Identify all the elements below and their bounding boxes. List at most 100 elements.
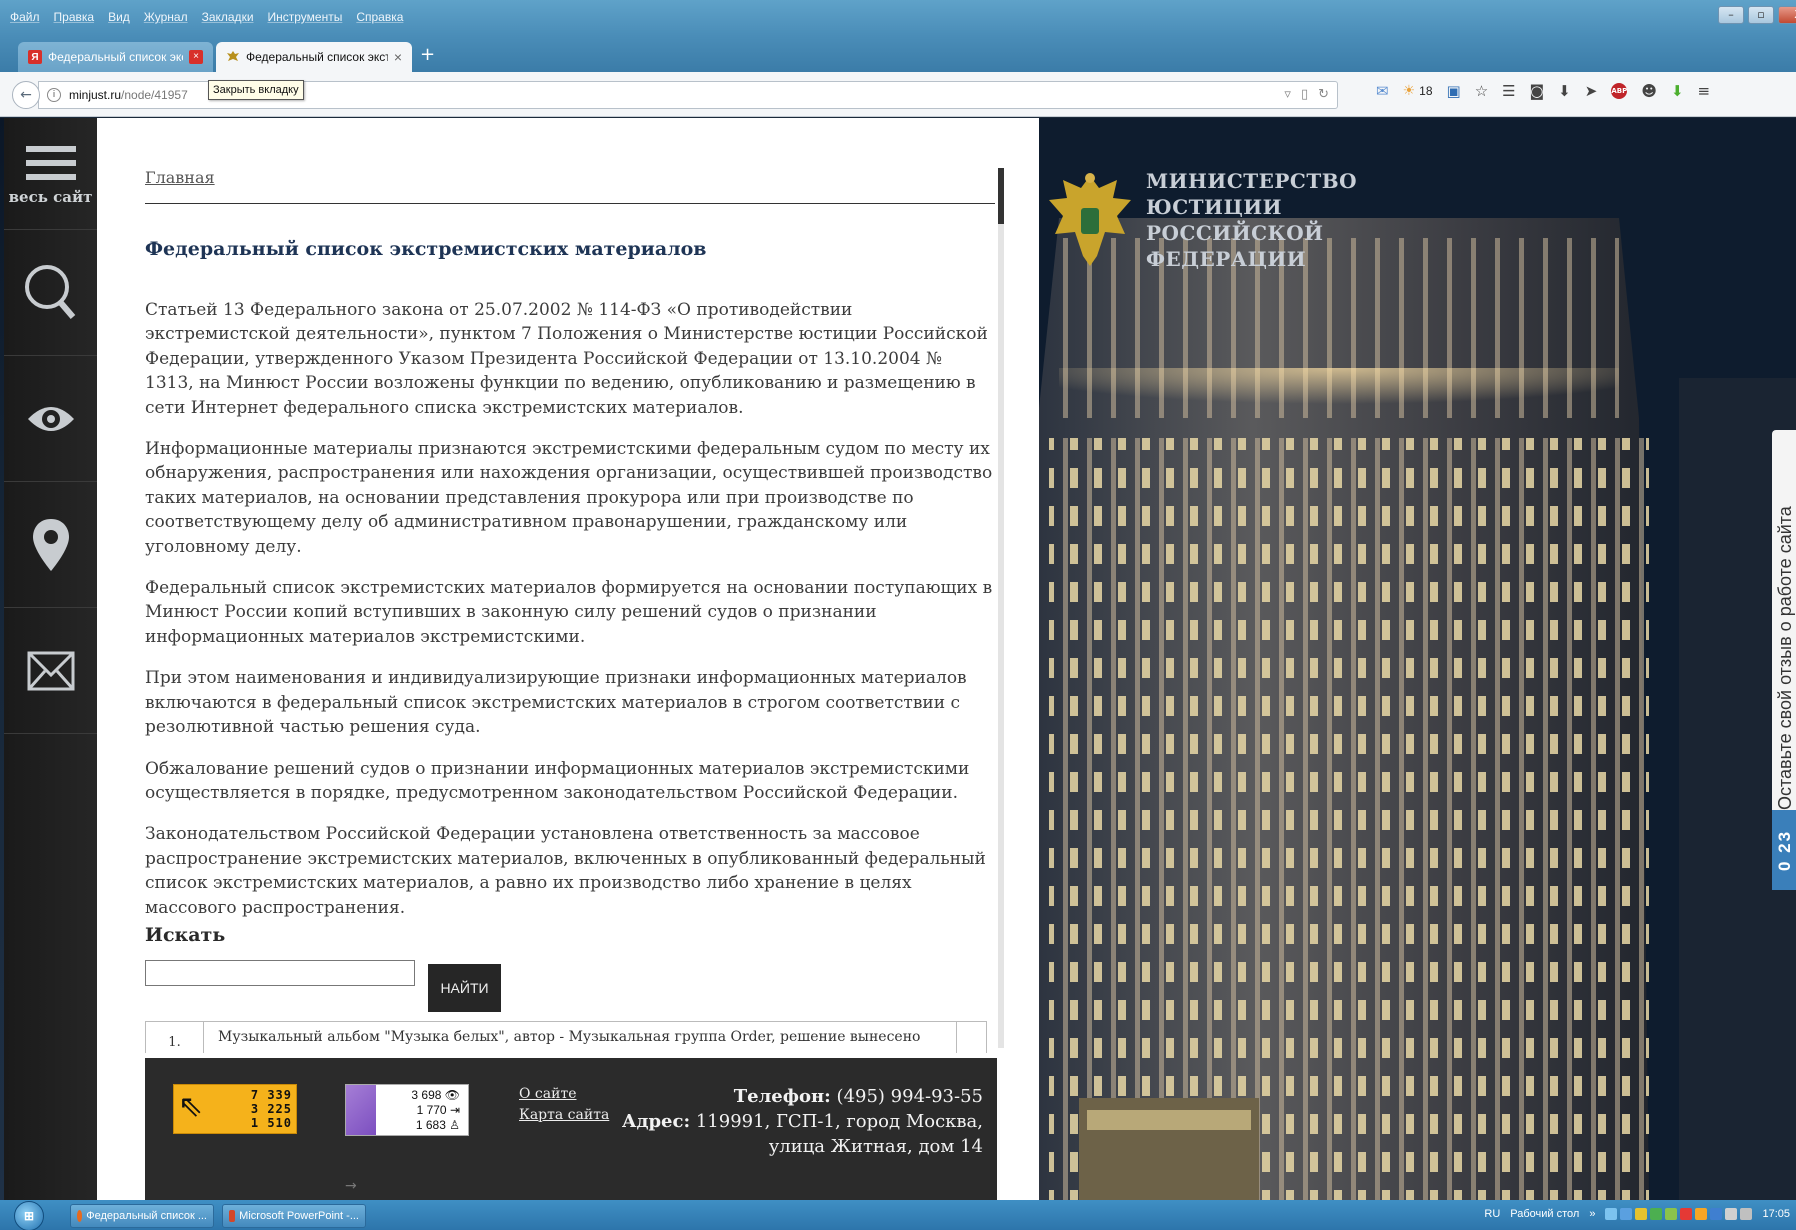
table-row: 1. Музыкальный альбом "Музыка белых", ав…: [145, 1021, 987, 1053]
breadcrumb-divider: [145, 203, 995, 204]
liveinternet-counter[interactable]: ⇖ 7 339 3 225 1 510: [173, 1084, 297, 1134]
download-icon[interactable]: ⬇: [1558, 82, 1571, 100]
taskbar-task-label: Федеральный список ...: [86, 1210, 207, 1222]
browser-menubar: Файл Правка Вид Журнал Закладки Инструме…: [0, 0, 1796, 36]
eye-icon: [27, 406, 74, 431]
sidebar-location-button[interactable]: [4, 482, 97, 608]
main-content: Главная Федеральный список экстремистски…: [97, 118, 1039, 1200]
url-path: /node/41957: [121, 88, 188, 102]
address-label: Адрес:: [621, 1111, 691, 1132]
sidebar-menu-button[interactable]: весь сайт: [4, 118, 97, 230]
menu-view[interactable]: Вид: [108, 10, 130, 24]
menu-tools[interactable]: Инструменты: [268, 10, 343, 24]
menu-bookmarks[interactable]: Закладки: [202, 10, 254, 24]
result-cell-end: [956, 1022, 986, 1053]
desktop-toolbar[interactable]: Рабочий стол: [1510, 1208, 1579, 1220]
counter-value: 1 510: [250, 1116, 292, 1130]
menu-edit[interactable]: Правка: [54, 10, 95, 24]
close-window-button[interactable]: X: [1778, 6, 1796, 24]
taskbar-powerpoint-window[interactable]: Microsoft PowerPoint -...: [222, 1204, 366, 1228]
clock[interactable]: 17:05: [1762, 1208, 1790, 1220]
tray-app-icon[interactable]: [1695, 1208, 1708, 1220]
search-icon: [24, 264, 75, 319]
network-icon[interactable]: [1740, 1208, 1753, 1220]
content-scrollbar[interactable]: [998, 168, 1004, 1048]
feedback-text: Оставьте свой отзыв о работе сайта: [1775, 506, 1795, 810]
footer-contacts: Телефон: (495) 994-93-55 Адрес: 119991, …: [583, 1084, 983, 1159]
article-paragraph: Законодательством Российской Федерации у…: [145, 824, 986, 918]
building-illustration: [1039, 118, 1796, 1200]
dropdown-icon[interactable]: ▿: [1284, 87, 1291, 102]
article-body: Статьей 13 Федерального закона от 25.07.…: [145, 298, 995, 937]
tray-app-icon[interactable]: [1680, 1208, 1693, 1220]
scrollbar-thumb[interactable]: [998, 168, 1004, 224]
feedback-widget[interactable]: Оставьте свой отзыв о работе сайта 0 23: [1772, 430, 1796, 890]
desktop-more[interactable]: »: [1589, 1208, 1595, 1220]
bookmark-page-icon[interactable]: ▣: [1447, 82, 1461, 100]
eye-icon: 👁: [444, 1088, 460, 1102]
counter-value: 3 225: [250, 1102, 292, 1116]
tray-app-icon[interactable]: [1650, 1208, 1663, 1220]
windows-logo-icon: ⊞: [23, 1209, 35, 1223]
green-download-icon[interactable]: ⬇: [1671, 82, 1684, 100]
minimize-button[interactable]: –: [1718, 6, 1744, 24]
counter-value: 1 770: [416, 1103, 447, 1117]
restore-button[interactable]: ▫: [1748, 6, 1774, 24]
close-tab-tooltip: Закрыть вкладку: [208, 80, 304, 100]
tab-title: Федеральный список экстр...: [48, 50, 183, 64]
sidebar-search-button[interactable]: [4, 230, 97, 356]
mail-icon[interactable]: ✉: [1376, 82, 1389, 100]
menu-file[interactable]: Файл: [10, 10, 40, 24]
send-icon[interactable]: ➤: [1585, 82, 1598, 100]
ministry-title-line: ФЕДЕРАЦИИ: [1146, 247, 1307, 271]
breadcrumb-home-link[interactable]: Главная: [145, 168, 215, 187]
tray-app-icon[interactable]: [1710, 1208, 1723, 1220]
start-button[interactable]: ⊞: [14, 1201, 44, 1230]
tray-app-icon[interactable]: [1620, 1208, 1633, 1220]
url-text[interactable]: minjust.ru/node/41957: [69, 88, 188, 102]
counter-values: 7 339 3 225 1 510: [251, 1088, 292, 1130]
right-arrow-icon: →: [345, 1178, 357, 1194]
back-arrow-icon: ←: [20, 87, 32, 103]
bookmarks-list-icon[interactable]: ☰: [1502, 82, 1515, 100]
tray-app-icon[interactable]: [1635, 1208, 1648, 1220]
sidebar-mail-button[interactable]: [4, 608, 97, 734]
article-paragraph: При этом наименования и индивидуализирую…: [145, 668, 967, 738]
adblock-icon[interactable]: ABP: [1611, 83, 1628, 99]
taskbar-firefox-window[interactable]: Федеральный список ...: [70, 1204, 214, 1228]
ministry-title: МИНИСТЕРСТВО ЮСТИЦИИ РОССИЙСКОЙ ФЕДЕРАЦИ…: [1146, 168, 1357, 272]
site-info-icon[interactable]: i: [47, 88, 61, 102]
sidebar-accessibility-button[interactable]: [4, 356, 97, 482]
volume-icon[interactable]: [1725, 1208, 1738, 1220]
left-sidebar: весь сайт: [4, 118, 97, 1200]
menu-history[interactable]: Журнал: [144, 10, 188, 24]
tab-extremist-list-1[interactable]: Я Федеральный список экстр... ×: [18, 42, 213, 72]
bookmark-star-icon[interactable]: ☆: [1475, 82, 1488, 100]
reader-view-icon[interactable]: ▯: [1301, 87, 1308, 102]
counter-value: 3 698: [411, 1088, 442, 1102]
screen: Файл Правка Вид Журнал Закладки Инструме…: [0, 0, 1796, 1230]
pocket-icon[interactable]: ◙: [1530, 82, 1545, 100]
phone-label: Телефон:: [733, 1086, 831, 1107]
location-pin-icon: [32, 518, 69, 571]
hamburger-menu-icon[interactable]: ≡: [1698, 82, 1711, 100]
reload-icon[interactable]: ↻: [1318, 87, 1329, 102]
language-indicator[interactable]: RU: [1484, 1208, 1500, 1220]
metrika-logo-icon: [346, 1085, 376, 1135]
search-submit-button[interactable]: НАЙТИ: [428, 964, 501, 1012]
tray-app-icon[interactable]: [1665, 1208, 1678, 1220]
close-tab-icon[interactable]: ×: [394, 49, 402, 65]
back-button[interactable]: ←: [12, 81, 40, 109]
close-tab-icon[interactable]: ×: [189, 50, 203, 64]
search-input[interactable]: [145, 960, 415, 986]
smiley-icon[interactable]: ☻: [1641, 82, 1657, 100]
ministry-building-photo: МИНИСТЕРСТВО ЮСТИЦИИ РОССИЙСКОЙ ФЕДЕРАЦИ…: [1039, 118, 1796, 1200]
weather-sun-icon[interactable]: ☀: [1403, 83, 1416, 99]
menu-help[interactable]: Справка: [356, 10, 403, 24]
tray-app-icon[interactable]: [1605, 1208, 1618, 1220]
metrika-counter[interactable]: 3 698 👁 1 770 ⇥ 1 683 ♙: [345, 1084, 469, 1136]
new-tab-button[interactable]: +: [420, 44, 435, 65]
firefox-icon: [77, 1210, 83, 1222]
sidebar-menu-label: весь сайт: [8, 187, 93, 206]
tab-extremist-list-2[interactable]: Федеральный список экстр... ×: [216, 42, 412, 72]
